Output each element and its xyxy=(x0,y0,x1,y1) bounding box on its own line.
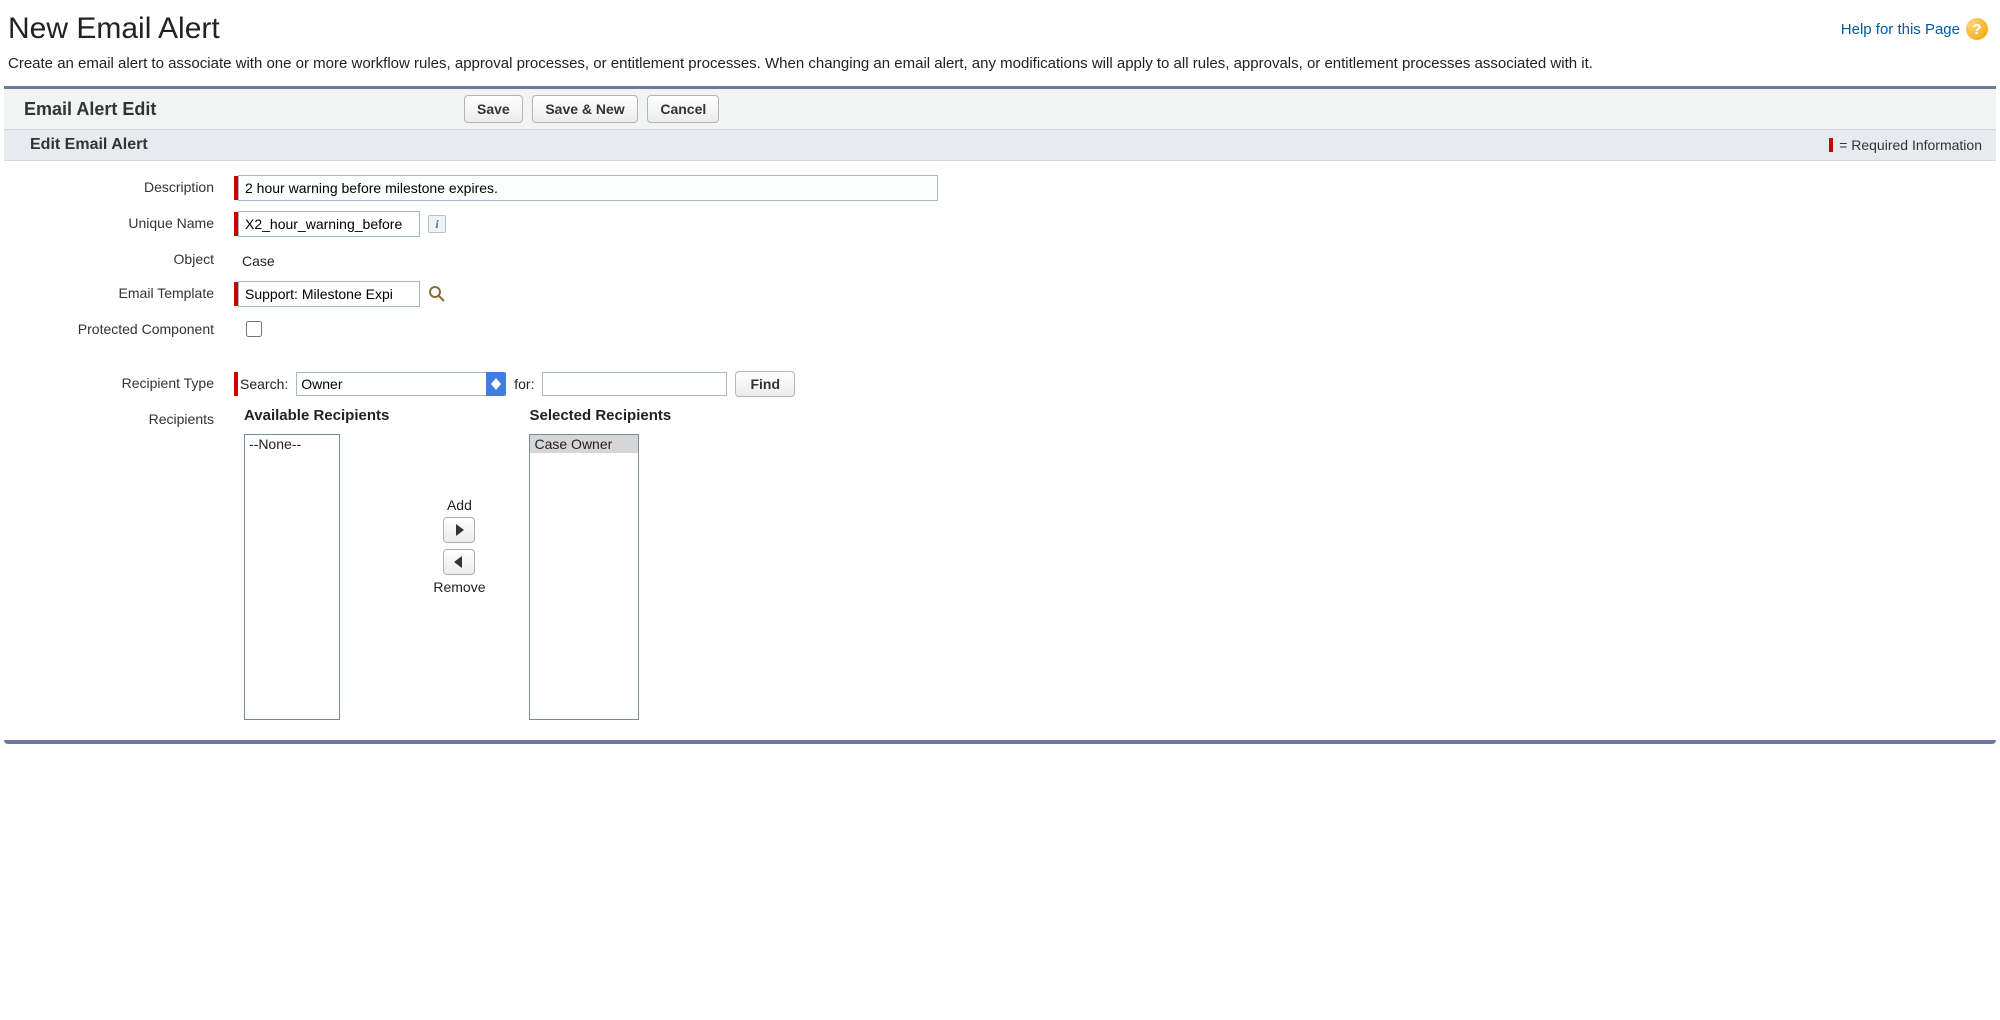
page-title: New Email Alert xyxy=(8,12,220,46)
protected-component-checkbox[interactable] xyxy=(246,321,262,337)
unique-name-label: Unique Name xyxy=(4,211,234,231)
required-legend-text: = Required Information xyxy=(1839,137,1982,153)
save-button[interactable]: Save xyxy=(464,95,523,123)
panel-title: Email Alert Edit xyxy=(24,99,464,120)
add-label: Add xyxy=(447,497,472,513)
help-icon[interactable]: ? xyxy=(1966,18,1988,40)
section-title: Edit Email Alert xyxy=(30,136,148,154)
object-value: Case xyxy=(238,249,275,269)
chevron-right-icon xyxy=(454,524,464,536)
intro-text: Create an email alert to associate with … xyxy=(4,50,1996,86)
available-recipients-title: Available Recipients xyxy=(244,407,389,424)
selected-recipients-list[interactable]: Case Owner xyxy=(529,434,639,720)
recipient-type-label: Recipient Type xyxy=(4,371,234,391)
for-label: for: xyxy=(514,376,534,392)
search-label: Search: xyxy=(240,376,288,392)
selected-recipients-title: Selected Recipients xyxy=(529,407,671,424)
description-input[interactable] xyxy=(238,175,938,201)
email-template-label: Email Template xyxy=(4,281,234,301)
find-button[interactable]: Find xyxy=(735,371,795,397)
list-item[interactable]: --None-- xyxy=(245,435,339,453)
recipient-type-select[interactable]: Owner xyxy=(296,372,506,396)
unique-name-input[interactable] xyxy=(238,211,420,237)
description-label: Description xyxy=(4,175,234,195)
info-icon[interactable]: i xyxy=(428,215,446,233)
list-item[interactable]: Case Owner xyxy=(530,435,638,453)
required-bar-icon xyxy=(1829,138,1833,152)
available-recipients-list[interactable]: --None-- xyxy=(244,434,340,720)
object-label: Object xyxy=(4,247,234,267)
remove-button[interactable] xyxy=(443,549,475,575)
cancel-button[interactable]: Cancel xyxy=(647,95,719,123)
lookup-icon[interactable] xyxy=(426,283,448,305)
recipients-label: Recipients xyxy=(4,407,234,427)
search-for-input[interactable] xyxy=(542,372,727,396)
chevron-left-icon xyxy=(454,556,464,568)
required-legend: = Required Information xyxy=(1829,137,1982,153)
email-template-input[interactable] xyxy=(238,281,420,307)
help-for-this-page-link[interactable]: Help for this Page xyxy=(1841,21,1960,38)
protected-component-label: Protected Component xyxy=(4,317,234,337)
remove-label: Remove xyxy=(433,579,485,595)
save-and-new-button[interactable]: Save & New xyxy=(532,95,637,123)
add-button[interactable] xyxy=(443,517,475,543)
